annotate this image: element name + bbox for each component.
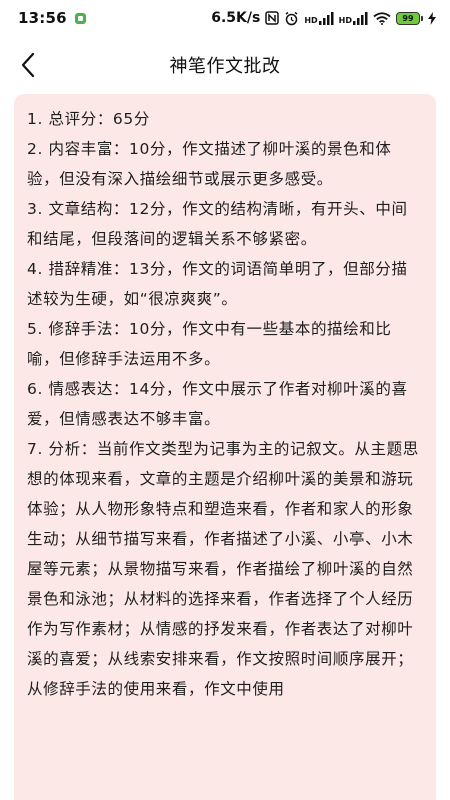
status-left: 13:56 (18, 9, 86, 27)
chevron-left-icon (21, 52, 35, 78)
result-rhetoric: 5. 修辞手法：10分，作文中有一些基本的描绘和比喻，但修辞手法运用不多。 (27, 320, 392, 368)
signal-2: HD (339, 11, 368, 25)
app-notification-icon (74, 12, 86, 24)
grading-result-text: 1. 总评分：65分 2. 内容丰富：10分，作文描述了柳叶溪的景色和体验，但没… (27, 104, 422, 704)
battery-tip (421, 15, 423, 21)
signal-1: HD (304, 11, 334, 25)
result-total-score: 1. 总评分：65分 (27, 110, 150, 128)
header: 神笔作文批改 (0, 36, 450, 94)
network-speed: 6.5K/s (211, 10, 261, 26)
result-structure: 3. 文章结构：12分，作文的结构清晰，有开头、中间和结尾，但段落间的逻辑关系不… (27, 200, 408, 248)
signal-2-label: HD (338, 16, 352, 25)
signal-1-label: HD (304, 16, 318, 25)
charging-icon (428, 11, 436, 25)
alarm-icon (284, 11, 299, 26)
status-right: 6.5K/s HD HD 99 (211, 10, 436, 26)
battery-icon: 99 (396, 11, 420, 25)
status-bar: 13:56 6.5K/s HD HD 99 (0, 0, 450, 36)
status-time: 13:56 (18, 9, 67, 27)
back-button[interactable] (8, 45, 48, 85)
nfc-icon (265, 11, 280, 25)
page-title: 神笔作文批改 (169, 56, 281, 77)
signal-bars-icon (353, 11, 368, 25)
result-emotion: 6. 情感表达：14分，作文中展示了作者对柳叶溪的喜爱，但情感表达不够丰富。 (27, 380, 408, 428)
result-content: 2. 内容丰富：10分，作文描述了柳叶溪的景色和体验，但没有深入描绘细节或展示更… (27, 140, 392, 188)
signal-bars-icon (318, 11, 334, 25)
result-analysis: 7. 分析：当前作文类型为记事为主的记叙文。从主题思想的体现来看，文章的主题是介… (27, 440, 419, 698)
result-wording: 4. 措辞精准：13分，作文的词语简单明了，但部分描述较为生硬，如“很凉爽爽”。 (27, 260, 408, 308)
screen: 13:56 6.5K/s HD HD 99 神笔作文批改 1. 总评分：65分 … (0, 0, 450, 800)
wifi-icon (373, 11, 391, 25)
grading-result-card: 1. 总评分：65分 2. 内容丰富：10分，作文描述了柳叶溪的景色和体验，但没… (14, 94, 436, 800)
